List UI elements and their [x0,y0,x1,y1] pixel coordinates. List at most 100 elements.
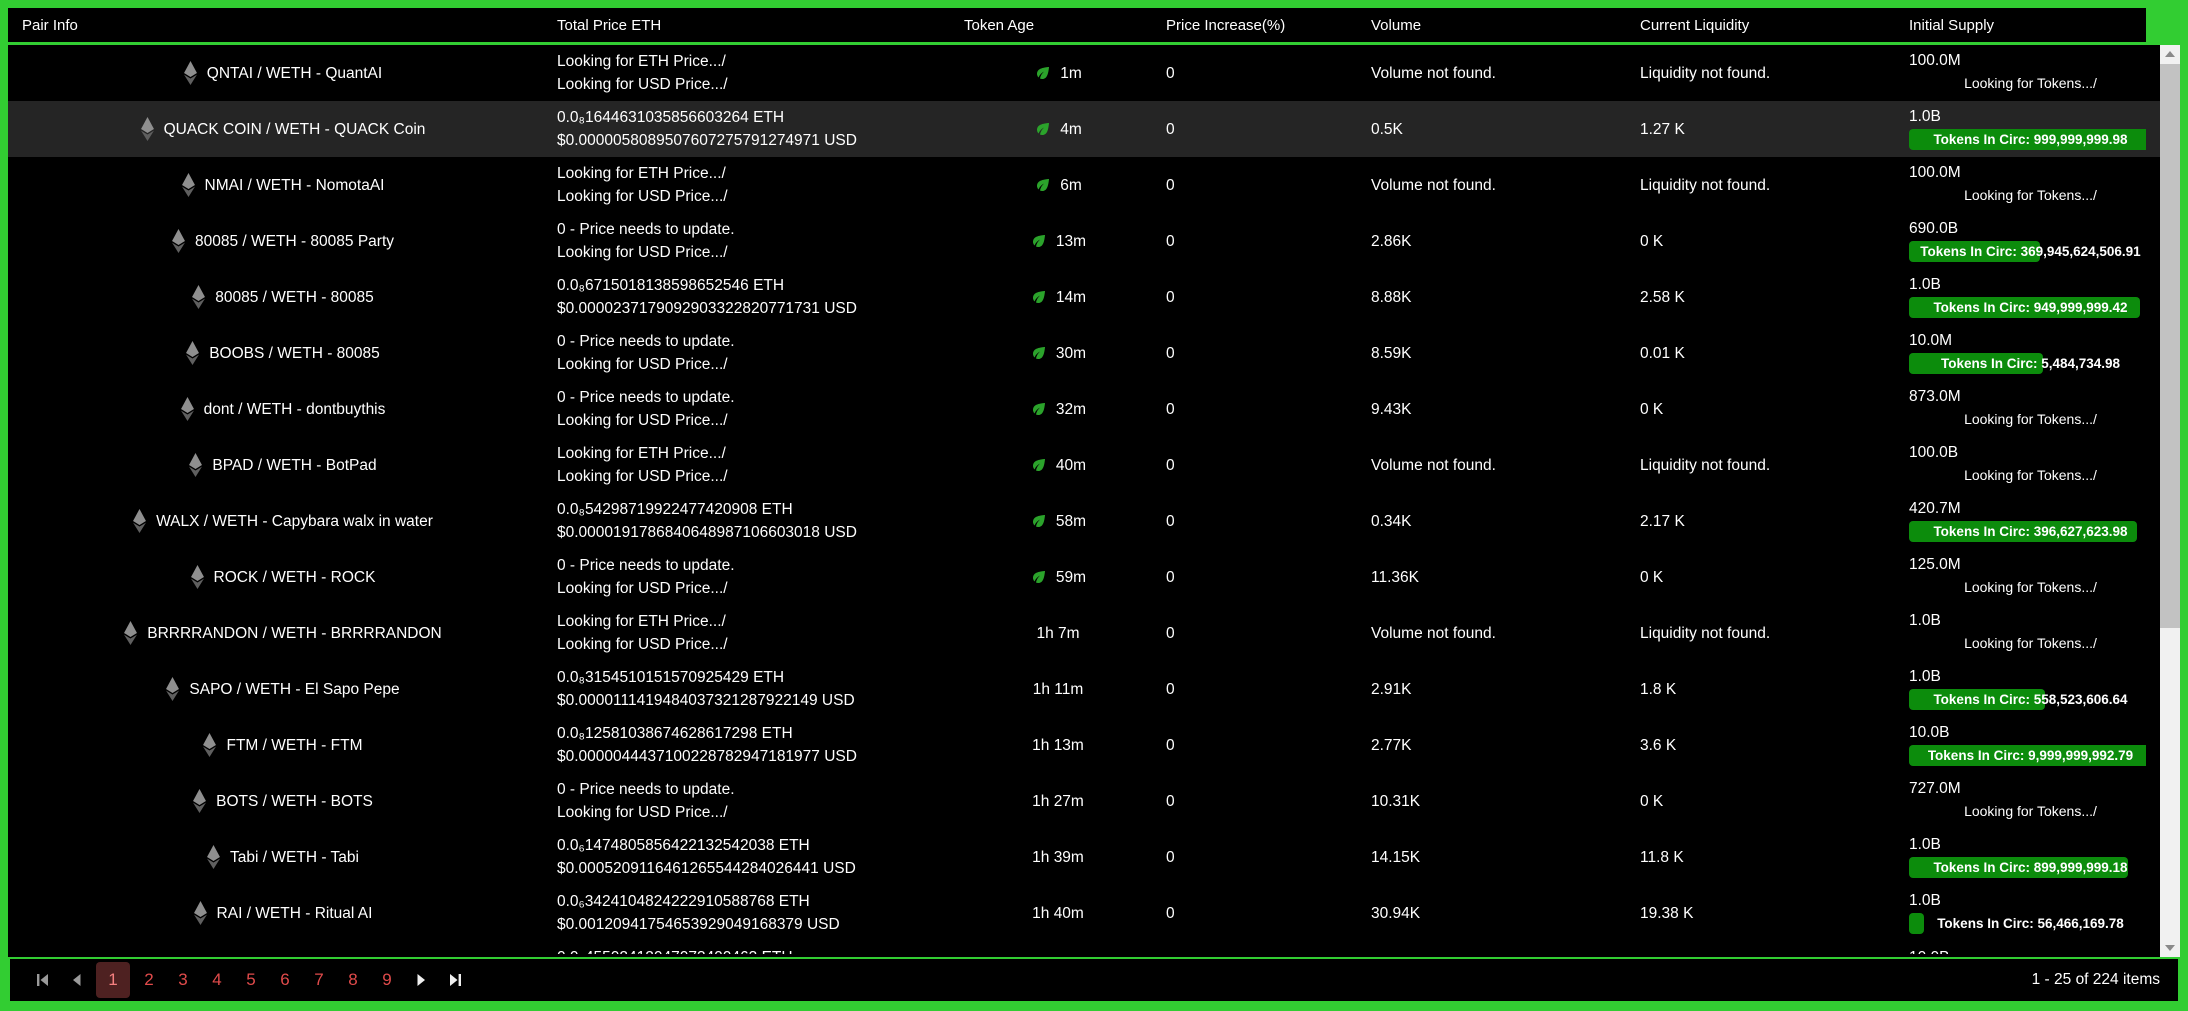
page-button-5[interactable]: 5 [236,962,266,998]
token-age-value: 1h 13m [1032,734,1084,757]
pair-info-cell: BOTS / WETH - BOTS [8,773,543,829]
page-button-3[interactable]: 3 [168,962,198,998]
column-header-liquidity[interactable]: Current Liquidity [1626,8,1895,42]
tokens-in-circ-bar: Tokens In Circ: 396,627,623.98 [1909,521,2146,542]
table-row[interactable]: RAI / WETH - Ritual AI0.0₆34241048242229… [8,885,2160,941]
token-pairs-app: Pair InfoTotal Price ETHToken AgePrice I… [0,0,2188,1011]
first-page-button[interactable] [28,962,58,998]
volume-cell: Volume not found. [1357,437,1626,493]
tokens-status-text: Looking for Tokens.../ [1909,73,2146,94]
token-age-cell: 40m [950,437,1152,493]
table-row[interactable]: BRRRRANDON / WETH - BRRRRANDONLooking fo… [8,605,2160,661]
pair-name: QUACK COIN / WETH - QUACK Coin [164,118,426,141]
pair-name: BPAD / WETH - BotPad [212,454,376,477]
price-increase-value: 0 [1166,790,1357,813]
table-row[interactable]: ROCK / WETH - ROCK0 - Price needs to upd… [8,549,2160,605]
initial-supply-cell: 1.0BTokens In Circ: 999,999,999.98 [1895,101,2146,157]
scrollbar-thumb[interactable] [2160,64,2180,628]
table-row[interactable]: QNTAI / WETH - QuantAILooking for ETH Pr… [8,45,2160,101]
volume-cell: 8.59K [1357,325,1626,381]
tokens-status-text: Looking for Tokens.../ [1909,465,2146,486]
page-button-2[interactable]: 2 [134,962,164,998]
token-age-value: 4m [1060,118,1082,141]
next-page-button[interactable] [406,962,436,998]
table-row[interactable]: 80085 / WETH - 80085 Party0 - Price need… [8,213,2160,269]
tokens-status-text: Looking for Tokens.../ [1909,633,2146,654]
usd-price: $0.00120941754653929049168379 USD [557,913,950,936]
page-button-1[interactable]: 1 [96,962,130,998]
volume-value: 0.5K [1371,118,1626,141]
pair-name: dont / WETH - dontbuythis [204,398,386,421]
price-increase-value: 0 [1166,678,1357,701]
page-button-6[interactable]: 6 [270,962,300,998]
prev-page-button[interactable] [62,962,92,998]
initial-supply-cell: 1.0BLooking for Tokens.../ [1895,605,2146,661]
eth-price: 0 - Price needs to update. [557,330,950,353]
table-row[interactable]: WALX / WETH - Capybara walx in water0.0₈… [8,493,2160,549]
volume-cell: 14.15K [1357,829,1626,885]
volume-value: 10.31K [1371,790,1626,813]
price-increase-cell: 0 [1152,885,1357,941]
scrollbar[interactable] [2160,45,2180,957]
liquidity-cell: Liquidity not found. [1626,605,1895,661]
price-increase-cell: 0 [1152,605,1357,661]
page-button-4[interactable]: 4 [202,962,232,998]
eth-icon [206,845,221,869]
volume-value: 8.59K [1371,342,1626,365]
token-age-cell: 32m [950,381,1152,437]
token-age-value: 59m [1056,566,1086,589]
last-page-button[interactable] [440,962,470,998]
eth-price: 0.0₈6715018138598652546 ETH [557,274,950,297]
liquidity-value: 0 K [1640,398,1895,421]
volume-cell: 10.31K [1357,773,1626,829]
table-row[interactable]: dont / WETH - dontbuythis0 - Price needs… [8,381,2160,437]
table-row[interactable]: NMAI / WETH - NomotaAILooking for ETH Pr… [8,157,2160,213]
page-button-8[interactable]: 8 [338,962,368,998]
column-header-increase[interactable]: Price Increase(%) [1152,8,1357,42]
column-header-volume[interactable]: Volume [1357,8,1626,42]
eth-price: 0.0₈1644631035856603264 ETH [557,106,950,129]
liquidity-cell: 19.38 K [1626,885,1895,941]
eth-price: 0 - Price needs to update. [557,554,950,577]
table-row[interactable]: Tabi / WETH - Tabi0.0₆147480585642213254… [8,829,2160,885]
page-button-7[interactable]: 7 [304,962,334,998]
column-header-age[interactable]: Token Age [950,8,1152,42]
table-row-partial[interactable]: 0.0₄45502412047073400463 ETH10.0B [8,941,2160,954]
initial-supply-cell: 690.0BTokens In Circ: 369,945,624,506.91 [1895,213,2146,269]
table-row[interactable]: SAPO / WETH - El Sapo Pepe0.0₈3154510151… [8,661,2160,717]
column-header-price[interactable]: Total Price ETH [543,8,950,42]
initial-supply-cell: 100.0MLooking for Tokens.../ [1895,45,2146,101]
eth-icon [191,285,206,309]
tokens-status-text: Looking for Tokens.../ [1909,185,2146,206]
volume-value: 2.86K [1371,230,1626,253]
column-header-pair[interactable]: Pair Info [8,8,543,42]
tokens-in-circ-text: Tokens In Circ: 396,627,623.98 [1933,521,2127,542]
liquidity-value: Liquidity not found. [1640,62,1895,85]
column-header-supply[interactable]: Initial Supply [1895,8,2146,42]
table-row[interactable]: FTM / WETH - FTM0.0₈12581038674628617298… [8,717,2160,773]
liquidity-cell: 0 K [1626,773,1895,829]
initial-supply-cell: 1.0BTokens In Circ: 56,466,169.78 [1895,885,2146,941]
liquidity-cell: 11.8 K [1626,829,1895,885]
volume-value: 14.15K [1371,846,1626,869]
initial-supply-cell: 1.0BTokens In Circ: 949,999,999.42 [1895,269,2146,325]
table-row[interactable]: BPAD / WETH - BotPadLooking for ETH Pric… [8,437,2160,493]
tokens-in-circ-bar: Tokens In Circ: 899,999,999.18 [1909,857,2146,878]
table-row[interactable]: QUACK COIN / WETH - QUACK Coin 0.0₈164463… [8,101,2160,157]
tokens-in-circ-text: Tokens In Circ: 9,999,999,992.79 [1928,745,2133,766]
scroll-down-button[interactable] [2160,939,2180,957]
price-increase-cell: 0 [1152,157,1357,213]
tokens-in-circ-bar: Tokens In Circ: 5,484,734.98 [1909,353,2146,374]
page-button-9[interactable]: 9 [372,962,402,998]
initial-supply-cell: 873.0MLooking for Tokens.../ [1895,381,2146,437]
pair-name: BOOBS / WETH - 80085 [209,342,380,365]
table-row[interactable]: BOTS / WETH - BOTS0 - Price needs to upd… [8,773,2160,829]
volume-value: 9.43K [1371,398,1626,421]
up-arrow-icon [2165,51,2175,57]
table-row[interactable]: BOOBS / WETH - 80085 0 - Price needs to u… [8,325,2160,381]
scroll-up-button[interactable] [2160,45,2180,63]
table-row[interactable]: 80085 / WETH - 800850.0₈6715018138598652… [8,269,2160,325]
down-arrow-icon [2165,945,2175,951]
tokens-in-circ-text: Tokens In Circ: 56,466,169.78 [1937,913,2124,934]
pair-name: BOTS / WETH - BOTS [216,790,373,813]
